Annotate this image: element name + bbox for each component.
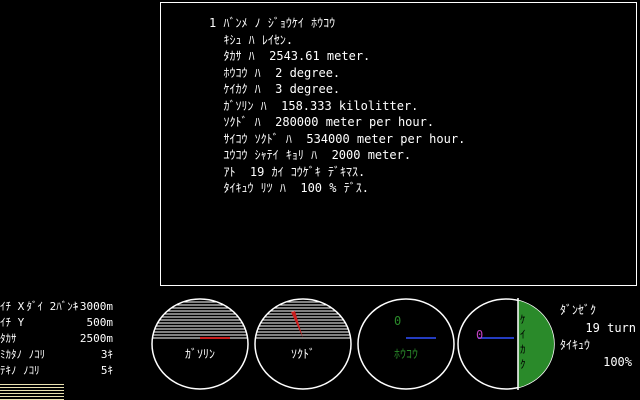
message-line: ｹｲｶｸ ﾊ 3 degree. [209, 82, 341, 96]
message-line: ﾕｳｺｳ ｼｬﾃｲ ｷｮﾘ ﾊ 2000 meter. [209, 148, 412, 162]
status-header-text: ﾀﾞｲ 2ﾊﾞﾝｷ [26, 300, 79, 313]
status-row-value: -3000m [73, 300, 113, 313]
hp-label: ﾀｲｷｭｳ [560, 338, 591, 352]
message-line: ﾎｳｺｳ ﾊ 2 degree. [209, 65, 341, 80]
hp-value: 100% [603, 355, 632, 369]
pitch-value: 0 [476, 328, 484, 342]
message-line: ﾀｲｷｭｳ ﾘﾂ ﾊ 100 % ﾃﾞｽ. [209, 181, 369, 195]
fuel-bar [0, 384, 64, 400]
speed-gauge [253, 294, 353, 394]
speed-label: ｿｸﾄﾞ [290, 347, 315, 361]
message-line: ｱﾄ 19 ｶｲ ｺｳｹﾞｷ ﾃﾞｷﾏｽ. [209, 164, 366, 179]
attitude-gauge: 0 ｹｲｶｸ [456, 294, 556, 394]
message-window: 1 ﾊﾞﾝﾒ ﾉ ｼﾞｮｳｹｲ ﾎｳｺｳ ｷｼｭ ﾊ ﾚｲｾﾝ. ﾀｶｻ ﾊ 2… [160, 2, 637, 286]
status-row-label: ﾃｷﾉ ﾉｺﾘ [0, 364, 40, 377]
attitude-text: ｹｲｶｸ [520, 313, 526, 371]
status-row-label: ﾐｶﾀﾉ ﾉｺﾘ [0, 348, 46, 361]
message-line: ｿｸﾄﾞ ﾊ 280000 meter per hour. [209, 115, 435, 129]
turn-value: 19 turn [585, 321, 636, 335]
status-row-value: 500m [86, 316, 114, 329]
heading-label: ﾎｳｺｳ [393, 347, 418, 361]
message-line: 1 ﾊﾞﾝﾒ ﾉ ｼﾞｮｳｹｲ ﾎｳｺｳ [209, 16, 336, 30]
status-row-label: ｲﾁ Y [0, 316, 25, 329]
message-lines: 1 ﾊﾞﾝﾒ ﾉ ｼﾞｮｳｹｲ ﾎｳｺｳ ｷｼｭ ﾊ ﾚｲｾﾝ. ﾀｶｻ ﾊ 2… [209, 15, 465, 197]
turn-label: ﾀﾞﾝｾﾞｸ [560, 303, 597, 317]
status-row-value: 3ｷ [100, 348, 113, 361]
fuel-label: ｶﾞｿﾘﾝ [184, 347, 215, 361]
status-row-label: ﾀｶｻ [0, 332, 17, 345]
message-line: ｻｲｺｳ ｿｸﾄﾞ ﾊ 534000 meter per hour. [209, 131, 466, 146]
status-row-label: ｲﾁ X [0, 300, 25, 313]
status-row-value: 2500m [79, 332, 113, 345]
fuel-gauge [150, 294, 250, 394]
message-line: ﾀｶｻ ﾊ 2543.61 meter. [209, 49, 371, 63]
message-line: ｶﾞｿﾘﾝ ﾊ 158.333 kilolitter. [209, 98, 419, 113]
heading-gauge: 0 [356, 294, 456, 394]
heading-value: 0 [394, 314, 402, 328]
message-line: ｷｼｭ ﾊ ﾚｲｾﾝ. [209, 32, 294, 47]
status-row-value: 5ｷ [100, 364, 113, 377]
